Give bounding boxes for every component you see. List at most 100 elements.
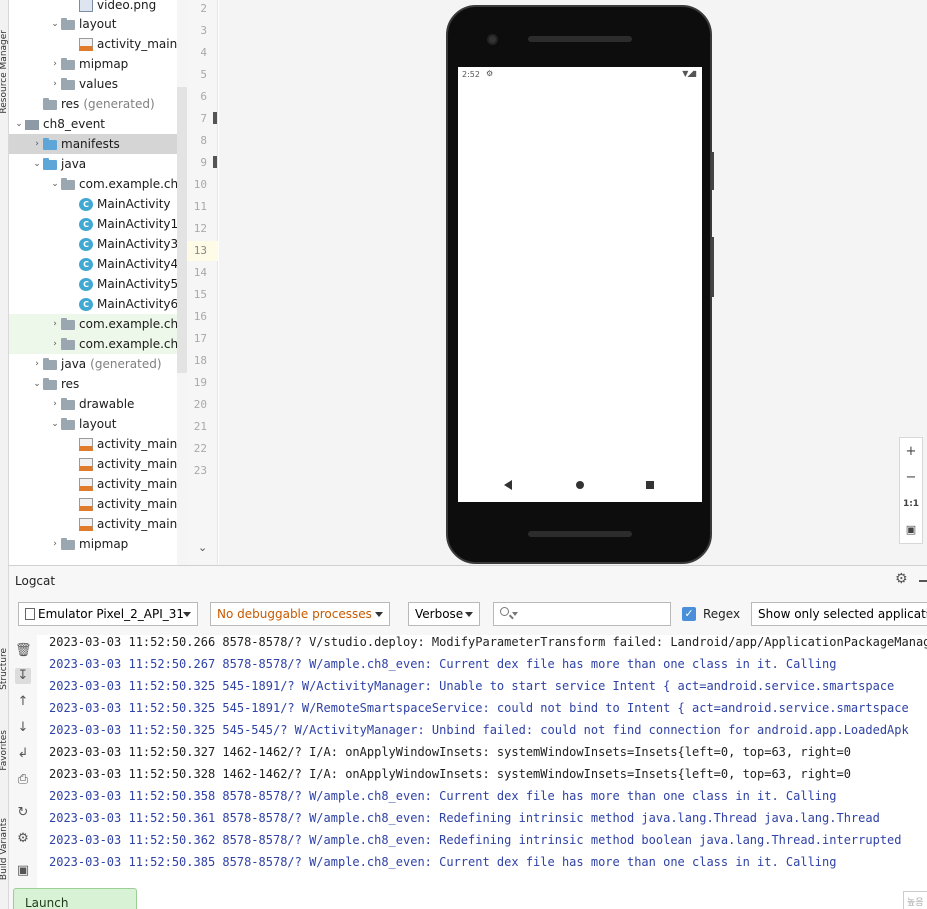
level-select[interactable]: Verbose [408,602,480,626]
tree-item[interactable]: C MainActivity3 [9,234,187,254]
power-button[interactable] [711,152,714,190]
minimize-icon[interactable] [919,580,927,582]
log-line[interactable]: 2023-03-03 11:52:50.267 8578-8578/? W/am… [49,653,836,675]
tree-item[interactable]: activity_main.xml [9,34,187,54]
zoom-fit-icon[interactable]: ▣ [900,518,922,542]
chevron-right-icon[interactable]: › [49,539,61,549]
log-line[interactable]: 2023-03-03 11:52:50.325 545-1891/? W/Act… [49,675,894,697]
print-icon[interactable]: ⎙ [15,772,31,788]
tree-item[interactable]: activity_main1.xml [9,454,187,474]
build-variants-tab[interactable]: Build Variants [0,818,9,880]
chevron-right-icon[interactable]: › [31,139,43,149]
chevron-down-icon[interactable]: ⌄ [198,541,207,554]
tree-item[interactable]: › com.example.ch8_event (test) [9,334,187,354]
log-line[interactable]: 2023-03-03 11:52:50.362 8578-8578/? W/am… [49,829,902,851]
tree-item[interactable]: ⌄ layout [9,414,187,434]
chevron-right-icon[interactable]: › [49,399,61,409]
tree-item[interactable]: activity_main.xml [9,434,187,454]
folder-icon [61,318,75,330]
tree-item[interactable]: C MainActivity5 [9,274,187,294]
tree-item[interactable]: C MainActivity [9,194,187,214]
structure-tab[interactable]: Structure [0,648,9,690]
tree-item[interactable]: video.png [9,0,187,15]
zoom-actual-button[interactable]: 1:1 [900,492,922,516]
tree-item[interactable]: › mipmap [9,534,187,554]
tree-item[interactable]: › drawable [9,394,187,414]
chevron-right-icon[interactable]: › [49,59,61,69]
tree-item[interactable]: activity_main2.xml [9,474,187,494]
log-line[interactable]: 2023-03-03 11:52:50.358 8578-8578/? W/am… [49,785,836,807]
soft-wrap-icon[interactable]: ↲ [15,746,31,762]
log-line[interactable]: 2023-03-03 11:52:50.266 8578-8578/? V/st… [49,635,927,653]
tree-item[interactable]: › mipmap [9,54,187,74]
tree-item[interactable]: › values [9,74,187,94]
project-tree-scrollbar[interactable] [177,0,187,565]
settings-icon[interactable]: ⚙ [15,831,31,847]
device-select[interactable]: Emulator Pixel_2_API_31 [18,602,198,626]
chevron-down-icon[interactable]: ⌄ [31,379,43,389]
chevron-right-icon[interactable]: › [49,79,61,89]
recents-icon[interactable] [646,481,654,489]
volume-button[interactable] [711,237,714,297]
device-screen[interactable]: 2:52 ⚙ ▼◢▮ [458,67,702,502]
chevron-down-icon[interactable]: ⌄ [49,19,61,29]
log-line[interactable]: 2023-03-03 11:52:50.325 545-1891/? W/Rem… [49,697,909,719]
project-tree[interactable]: video.png ⌄ layout activity_main.xml › mipmap… [9,0,187,565]
bookmark-marker[interactable] [213,112,217,124]
tree-item[interactable]: ⌄ res [9,374,187,394]
down-arrow-icon[interactable]: ↓ [15,720,31,736]
screenshot-icon[interactable]: ▣ [15,863,31,879]
chevron-down-icon[interactable]: ⌄ [49,419,61,429]
tree-item[interactable]: activity_main6.xml [9,514,187,534]
zoom-in-button[interactable]: + [900,440,922,464]
log-line[interactable]: 2023-03-03 11:52:50.361 8578-8578/? W/am… [49,807,880,829]
process-select[interactable]: No debuggable processes [210,602,390,626]
trash-icon[interactable]: 🗑 [15,643,32,659]
chevron-down-icon[interactable]: ⌄ [49,179,61,189]
resource-manager-tab[interactable]: Resource Manager [0,30,9,114]
regex-checkbox[interactable]: ✓ [682,607,696,621]
favorites-tab[interactable]: Favorites [0,730,9,771]
tree-item[interactable]: › com.example.ch8_event (androidTest) [9,314,187,334]
chevron-right-icon[interactable]: › [49,319,61,329]
tree-item[interactable]: activity_main3.xml [9,494,187,514]
tree-item[interactable]: ⌄ com.example.ch8_event [9,174,187,194]
tree-item[interactable]: res (generated) [9,94,187,114]
xml-file-icon [79,517,93,531]
log-line[interactable]: 2023-03-03 11:52:50.328 1462-1462/? I/A:… [49,763,851,785]
log-line[interactable]: 2023-03-03 11:52:50.325 545-545/? W/Acti… [49,719,909,741]
tree-item[interactable]: › java (generated) [9,354,187,374]
gear-icon[interactable]: ⚙ [895,571,908,587]
tree-item[interactable]: C MainActivity4 [9,254,187,274]
logcat-search-input[interactable] [493,602,671,626]
line-number: 9 [200,156,207,169]
tree-item[interactable]: C MainActivity6 [9,294,187,314]
tree-item[interactable]: ⌄ ch8_event [9,114,187,134]
tree-item[interactable]: › manifests [9,134,187,154]
search-history-icon[interactable] [512,612,518,616]
line-number: 2 [200,2,207,15]
scroll-to-end-icon[interactable]: ↧ [15,668,31,684]
tree-item-label: java [61,357,87,371]
log-line[interactable]: 2023-03-03 11:52:50.327 1462-1462/? I/A:… [49,741,851,763]
tree-item-label: com.example.ch8_event [79,177,187,191]
log-line[interactable]: 2023-03-03 11:52:50.385 8578-8578/? W/am… [49,851,836,873]
tree-item[interactable]: ⌄ layout [9,14,187,34]
logcat-output[interactable]: 2023-03-03 11:52:50.266 8578-8578/? V/st… [37,635,927,909]
back-icon[interactable] [504,480,512,490]
tree-item[interactable]: C MainActivity1 [9,214,187,234]
tree-item[interactable]: ⌄ java [9,154,187,174]
filter-select[interactable]: Show only selected application [751,602,927,626]
up-arrow-icon[interactable]: ↑ [15,694,31,710]
zoom-out-button[interactable]: − [900,466,922,490]
chevron-down-icon[interactable]: ⌄ [31,159,43,169]
scrollbar-thumb[interactable] [177,87,187,373]
chevron-right-icon[interactable]: › [31,359,43,369]
tree-item-label: res [61,97,80,111]
restart-icon[interactable]: ↻ [15,805,31,821]
chevron-right-icon[interactable]: › [49,339,61,349]
bookmark-marker[interactable] [213,156,217,168]
tree-item-label: java [61,157,87,171]
chevron-down-icon[interactable]: ⌄ [13,119,25,129]
home-icon[interactable] [576,481,584,489]
